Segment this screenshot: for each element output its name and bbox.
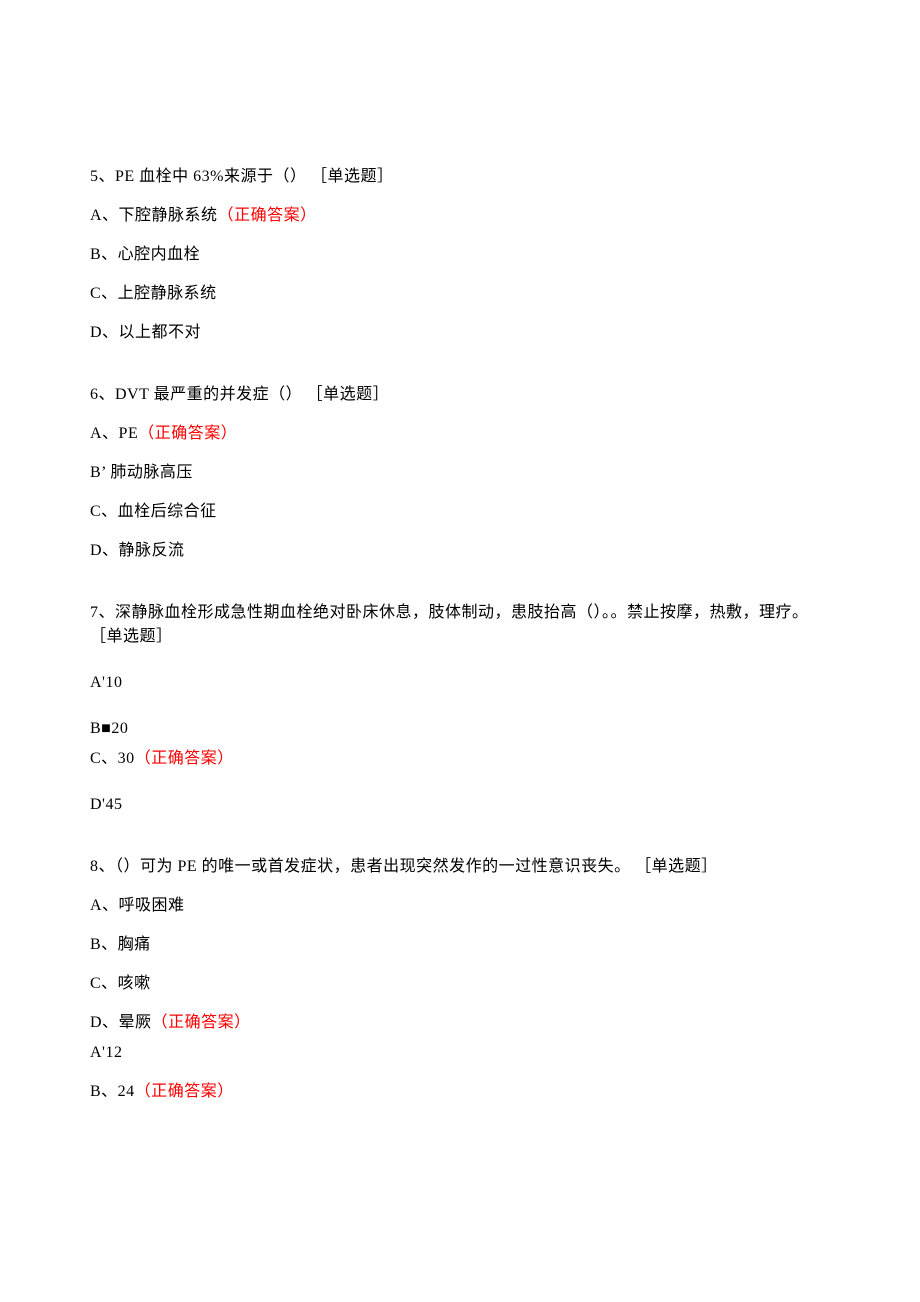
option-text: A、PE	[90, 425, 138, 442]
option-text: D、晕厥	[90, 1014, 152, 1031]
option-d: D、晕厥（正确答案）	[90, 1011, 830, 1035]
option-c: C、上腔静脉系统	[90, 282, 830, 306]
question-stem: 6、DVT 最严重的并发症（） ［单选题］	[90, 383, 830, 407]
question-7: 7、深静脉血栓形成急性期血栓绝对卧床休息，肢体制动，患肢抬高（）。。禁止按摩，热…	[90, 601, 830, 817]
correct-answer-label: （正确答案）	[135, 1083, 234, 1100]
option-b: B’ 肺动脉高压	[90, 461, 830, 485]
option-b: B、胸痛	[90, 933, 830, 957]
correct-answer-label: （正确答案）	[152, 1014, 251, 1031]
option-text: C、30	[90, 750, 135, 767]
option-a: A、PE（正确答案）	[90, 422, 830, 446]
question-stem: 8、（）可为 PE 的唯一或首发症状，患者出现突然发作的一过性意识丧失。 ［单选…	[90, 855, 830, 879]
option-a: A、下腔静脉系统（正确答案）	[90, 204, 830, 228]
option-d: D、以上都不对	[90, 321, 830, 345]
question-5: 5、PE 血栓中 63%来源于（） ［单选题］ A、下腔静脉系统（正确答案） B…	[90, 165, 830, 345]
option-a: A、呼吸困难	[90, 894, 830, 918]
option-c: C、咳嗽	[90, 972, 830, 996]
question-6: 6、DVT 最严重的并发症（） ［单选题］ A、PE（正确答案） B’ 肺动脉高…	[90, 383, 830, 563]
correct-answer-label: （正确答案）	[218, 207, 317, 224]
question-stem: 7、深静脉血栓形成急性期血栓绝对卧床休息，肢体制动，患肢抬高（）。。禁止按摩，热…	[90, 601, 830, 649]
option-text: B、24	[90, 1083, 135, 1100]
option-b2: B、24（正确答案）	[90, 1080, 830, 1104]
option-b: B■20	[90, 717, 830, 741]
question-8: 8、（）可为 PE 的唯一或首发症状，患者出现突然发作的一过性意识丧失。 ［单选…	[90, 855, 830, 1104]
option-text: A、下腔静脉系统	[90, 207, 218, 224]
correct-answer-label: （正确答案）	[135, 750, 234, 767]
option-a2: A'12	[90, 1041, 830, 1065]
option-a: A'10	[90, 671, 830, 695]
correct-answer-label: （正确答案）	[138, 425, 237, 442]
option-b: B、心腔内血栓	[90, 243, 830, 267]
option-c: C、血栓后综合征	[90, 500, 830, 524]
question-stem: 5、PE 血栓中 63%来源于（） ［单选题］	[90, 165, 830, 189]
option-d: D、静脉反流	[90, 539, 830, 563]
option-d: D'45	[90, 793, 830, 817]
option-c: C、30（正确答案）	[90, 747, 830, 771]
